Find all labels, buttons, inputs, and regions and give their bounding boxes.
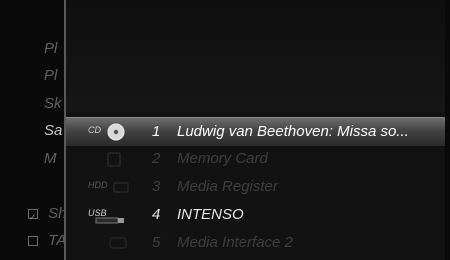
media-list-item-2[interactable]: 2 Memory Card <box>66 145 445 173</box>
left-menu-item-label: Sh <box>48 205 64 222</box>
left-menu-item-5[interactable]: M <box>44 150 57 167</box>
media-list-item-3[interactable]: HDD 3 Media Register <box>66 173 445 201</box>
media-item-label: INTENSO <box>177 206 244 223</box>
media-item-label: Memory Card <box>177 150 268 167</box>
left-menu: Pl Pl Sk Sa M Sh TA <box>0 0 64 260</box>
media-source-popup: CD 1 Ludwig van Beethoven: Missa so... 2… <box>66 0 445 260</box>
media-interface-icon <box>88 234 136 252</box>
media-item-number: 1 <box>152 123 161 140</box>
left-menu-item-3[interactable]: Sk <box>44 95 62 112</box>
media-item-number: 4 <box>152 206 161 223</box>
memory-card-icon <box>88 150 136 168</box>
media-item-label: Media Register <box>177 178 278 195</box>
media-list-item-5[interactable]: 5 Media Interface 2 <box>66 229 445 257</box>
media-item-number: 2 <box>152 150 161 167</box>
popup-header-area <box>66 0 445 112</box>
checkbox-icon[interactable] <box>28 236 38 247</box>
left-menu-item-4[interactable]: Sa <box>44 122 62 139</box>
media-item-label: Media Interface 2 <box>177 234 293 251</box>
left-menu-item-7[interactable]: TA <box>28 232 64 249</box>
usb-icon: USB <box>88 206 136 224</box>
left-menu-item-label: Pl <box>44 40 58 57</box>
left-menu-item-2[interactable]: Pl <box>44 67 57 84</box>
media-list-item-1[interactable]: CD 1 Ludwig van Beethoven: Missa so... <box>66 117 445 147</box>
media-item-number: 3 <box>152 178 161 195</box>
media-list-item-4[interactable]: USB 4 INTENSO <box>66 201 445 229</box>
checkbox-checked-icon[interactable] <box>28 209 38 220</box>
left-menu-item-label: Sa <box>44 122 63 139</box>
cd-icon: CD <box>88 123 136 141</box>
hdd-icon: HDD <box>88 178 136 196</box>
left-menu-item-6[interactable]: Sh <box>28 205 64 222</box>
left-menu-item-label: Pl <box>44 67 58 84</box>
media-item-number: 5 <box>152 234 161 251</box>
left-menu-item-1[interactable]: Pl <box>44 40 57 57</box>
media-item-label: Ludwig van Beethoven: Missa so... <box>177 123 409 140</box>
media-screen: Pl Pl Sk Sa M Sh TA CD <box>0 0 450 260</box>
left-menu-item-label: TA <box>48 232 64 249</box>
left-menu-item-label: M <box>44 150 57 167</box>
left-menu-item-label: Sk <box>44 95 62 112</box>
